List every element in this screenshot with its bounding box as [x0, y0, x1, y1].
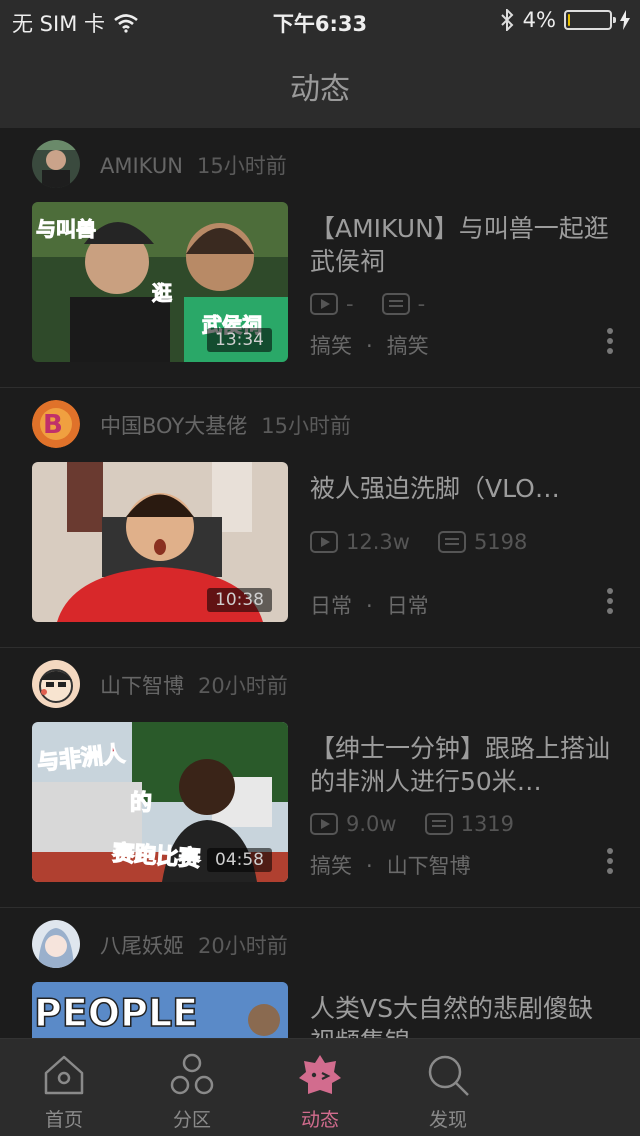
- avatar[interactable]: [32, 920, 80, 968]
- more-options-icon[interactable]: [606, 328, 614, 358]
- dynamic-icon: [299, 1055, 341, 1094]
- avatar[interactable]: [32, 660, 80, 708]
- video-tags: 搞笑 · 山下智博: [310, 854, 471, 878]
- tag[interactable]: 搞笑: [310, 334, 352, 358]
- time-ago: 15小时前: [261, 414, 351, 438]
- bluetooth-icon: [500, 9, 514, 31]
- battery-level-fill: [568, 14, 570, 26]
- search-icon: [428, 1055, 469, 1096]
- video-title[interactable]: 【AMIKUN】与叫兽一起逛武侯祠: [310, 212, 610, 278]
- play-count-icon: [310, 531, 338, 553]
- danmaku-icon: [424, 813, 453, 835]
- video-thumbnail[interactable]: PEOPLE: [32, 982, 288, 1038]
- author-name[interactable]: 中国BOY大基佬: [100, 414, 247, 438]
- more-options-icon[interactable]: [606, 588, 614, 618]
- time-ago: 20小时前: [198, 934, 288, 958]
- video-stats: - -: [310, 292, 453, 316]
- page-title: 动态: [290, 72, 350, 107]
- tab-discover[interactable]: 发现: [384, 1039, 512, 1136]
- video-thumbnail[interactable]: 与叫兽 逛 武侯祠 13:34: [32, 202, 288, 362]
- tag[interactable]: 搞笑: [387, 334, 429, 358]
- danmaku-count: 1319: [460, 812, 515, 836]
- video-thumbnail[interactable]: 10:38: [32, 462, 288, 622]
- play-count-icon: [310, 813, 338, 835]
- charging-icon: [620, 10, 630, 30]
- tag[interactable]: 搞笑: [310, 854, 352, 878]
- danmaku-count: -: [417, 292, 426, 316]
- video-duration: 13:34: [207, 328, 272, 352]
- svg-text:的: 的: [130, 790, 152, 816]
- more-options-icon[interactable]: [606, 848, 614, 878]
- tag[interactable]: 日常: [310, 594, 352, 618]
- video-title[interactable]: 人类VS大自然的悲剧傻缺视频集锦: [310, 992, 610, 1038]
- tab-label: 动态: [300, 1109, 339, 1131]
- author-name[interactable]: 八尾妖姬: [100, 934, 184, 958]
- battery-icon: [564, 10, 616, 30]
- feed-item[interactable]: 八尾妖姬 20小时前 PEOPLE 人类VS大自然的悲剧傻缺视频集锦: [0, 908, 640, 1038]
- home-icon: [44, 1055, 84, 1095]
- tab-label: 首页: [44, 1109, 83, 1131]
- feed-list[interactable]: AMIKUN 15小时前 与叫兽 逛 武侯祠 13:34 【AMIKUN】与叫兽一…: [0, 128, 640, 1038]
- video-title[interactable]: 【绅士一分钟】跟路上搭讪的非洲人进行50米…: [310, 732, 610, 798]
- play-count: -: [346, 292, 354, 316]
- video-thumbnail[interactable]: 与非洲人 的 赛跑比赛 04:58: [32, 722, 288, 882]
- video-duration: 04:58: [207, 848, 272, 872]
- tab-categories[interactable]: 分区: [128, 1039, 256, 1136]
- danmaku-icon: [381, 293, 410, 315]
- circles-icon: [170, 1053, 214, 1095]
- video-stats: 9.0w 1319: [310, 812, 542, 836]
- tab-dynamic[interactable]: 动态: [256, 1039, 384, 1136]
- video-title[interactable]: 被人强迫洗脚（VLO…: [310, 472, 610, 505]
- svg-text:逛: 逛: [152, 281, 172, 305]
- video-stats: 12.3w 5198: [310, 530, 555, 554]
- tag[interactable]: 日常: [387, 594, 429, 618]
- tag[interactable]: 山下智博: [387, 854, 471, 878]
- nav-bar: 动态: [0, 40, 640, 128]
- svg-text:与叫兽: 与叫兽: [36, 217, 96, 241]
- play-count-icon: [310, 293, 338, 315]
- svg-text:B: B: [43, 410, 63, 440]
- battery-percent: 4%: [522, 8, 556, 32]
- feed-item[interactable]: AMIKUN 15小时前 与叫兽 逛 武侯祠 13:34 【AMIKUN】与叫兽一…: [0, 128, 640, 388]
- avatar[interactable]: B: [32, 400, 80, 448]
- play-count: 12.3w: [346, 530, 410, 554]
- video-tags: 日常 · 日常: [310, 594, 429, 618]
- time-ago: 15小时前: [196, 154, 287, 178]
- tab-label: 分区: [172, 1109, 211, 1131]
- feed-item[interactable]: B 中国BOY大基佬 15小时前 10:38 被人强迫洗脚（VLO… 12.3w …: [0, 388, 640, 648]
- tab-home[interactable]: 首页: [0, 1039, 128, 1136]
- author-name[interactable]: AMIKUN: [100, 154, 183, 178]
- time-ago: 20小时前: [198, 674, 288, 698]
- video-tags: 搞笑 · 搞笑: [310, 334, 429, 358]
- play-count: 9.0w: [346, 812, 397, 836]
- tab-label: 发现: [428, 1109, 467, 1131]
- thumbnail-caption: PEOPLE: [34, 991, 198, 1035]
- feed-item[interactable]: 山下智博 20小时前 与非洲人 的 赛跑比赛 04:58 【绅士一分钟】跟路上搭讪…: [0, 648, 640, 908]
- avatar[interactable]: [32, 140, 80, 188]
- tab-bar: 首页 分区 动态 发现: [0, 1038, 640, 1136]
- danmaku-icon: [437, 531, 466, 553]
- author-name[interactable]: 山下智博: [100, 674, 184, 698]
- video-duration: 10:38: [207, 588, 272, 612]
- danmaku-count: 5198: [473, 530, 528, 554]
- status-bar: 无 SIM 卡 下午6:33 4%: [0, 0, 640, 40]
